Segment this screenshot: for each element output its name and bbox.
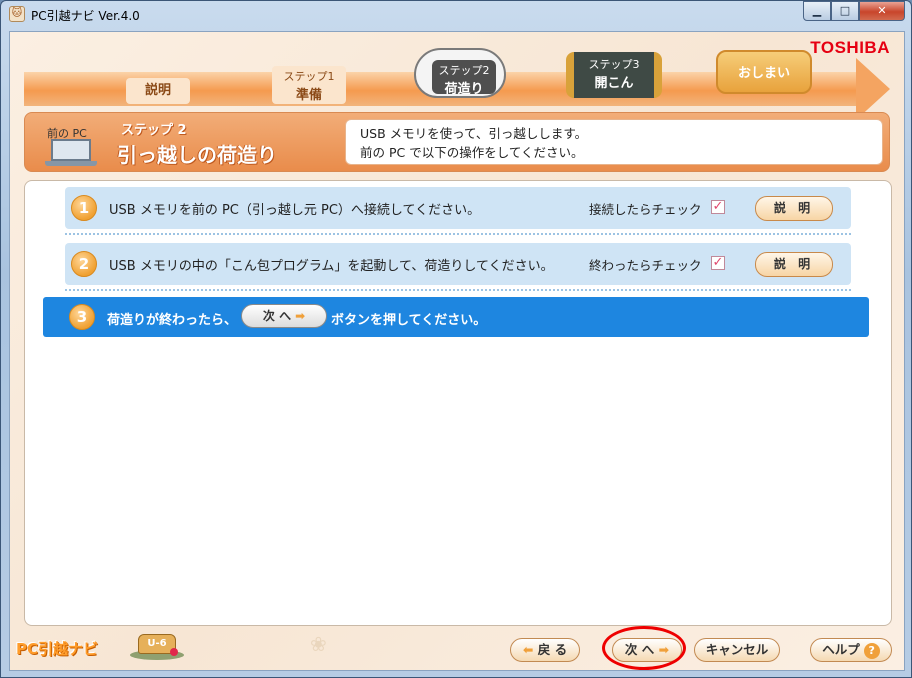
progress-arrow-head	[856, 58, 890, 120]
step-number-badge: 2	[71, 251, 97, 277]
progress-step-3: ステップ3 開こん	[566, 52, 662, 98]
progress-step-label: 準備	[295, 88, 322, 103]
instruction-row-2: 2 USB メモリの中の「こん包プログラム」を起動して、荷造りしてください。 終…	[65, 243, 851, 285]
decoration-icon: ❀	[310, 632, 327, 656]
row-divider	[65, 289, 851, 291]
check-label: 接続したらチェック	[589, 202, 702, 217]
app-icon: 🐱	[9, 6, 25, 22]
arrow-right-icon: ➡	[295, 309, 306, 323]
description-line: 前の PC で以下の操作をしてください。	[360, 145, 584, 160]
instruction-row-1: 1 USB メモリを前の PC（引っ越し元 PC）へ接続してください。 接続した…	[65, 187, 851, 229]
annotation-circle	[602, 626, 686, 670]
progress-step-finish: おしまい	[716, 50, 812, 94]
maximize-button[interactable]: □	[831, 1, 859, 21]
explain-button-1[interactable]: 説 明	[755, 196, 833, 221]
step-title: 引っ越しの荷造り	[117, 143, 277, 167]
client-area: ❀ ❀ ❀ TOSHIBA 説明 ステップ1 準備 ステップ2 荷造り ステップ…	[9, 31, 905, 671]
back-label: 戻 る	[537, 642, 568, 657]
inline-next-label: 次 へ	[262, 309, 292, 323]
instruction-row-3-active: 3 荷造りが終わったら、 次 へ ➡ ボタンを押してください。	[43, 297, 869, 337]
row-divider	[65, 233, 851, 235]
progress-step-1: ステップ1 準備	[272, 66, 346, 104]
connected-checkbox[interactable]: ✓	[711, 200, 725, 214]
window-title: PC引越ナビ Ver.4.0	[31, 9, 140, 23]
instruction-text-before: 荷造りが終わったら、	[107, 312, 238, 328]
instruction-text: USB メモリを前の PC（引っ越し元 PC）へ接続してください。	[109, 203, 481, 218]
help-button[interactable]: ヘルプ?	[810, 638, 892, 662]
arrow-left-icon: ⬅	[522, 642, 534, 657]
close-button[interactable]: ✕	[859, 1, 905, 21]
progress-step-number: ステップ3	[588, 58, 640, 71]
step-number: ステップ 2	[121, 123, 187, 138]
progress-step-label: 開こん	[594, 76, 634, 91]
step-number-badge: 1	[71, 195, 97, 221]
help-label: ヘルプ	[822, 642, 860, 657]
check-label: 終わったらチェック	[589, 258, 702, 273]
instruction-text-after: ボタンを押してください。	[331, 312, 487, 328]
laptop-icon	[45, 139, 97, 167]
question-icon: ?	[863, 643, 880, 659]
minimize-button[interactable]: ▁	[803, 1, 831, 21]
progress-step-label: おしまい	[737, 66, 790, 81]
instruction-panel: 1 USB メモリを前の PC（引っ越し元 PC）へ接続してください。 接続した…	[24, 180, 892, 626]
back-button[interactable]: ⬅ 戻 る	[510, 638, 580, 662]
app-logo: PC引越ナビ	[16, 640, 99, 658]
window-controls: ▁ □ ✕	[803, 1, 905, 21]
mascot-icon: U-6	[130, 632, 184, 662]
description-line: USB メモリを使って、引っ越しします。	[360, 126, 588, 141]
instruction-text: 荷造りが終わったら、 次 へ ➡ ボタンを押してください。	[107, 304, 487, 328]
explain-button-2[interactable]: 説 明	[755, 252, 833, 277]
inline-next-button-image: 次 へ ➡	[241, 304, 328, 328]
cancel-button[interactable]: キャンセル	[694, 638, 780, 662]
step-description: USB メモリを使って、引っ越しします。 前の PC で以下の操作をしてください…	[345, 119, 883, 165]
progress-step-label: 説明	[144, 83, 171, 98]
brand-logo: TOSHIBA	[810, 38, 890, 57]
current-step-badge: ステップ2 荷造り	[432, 60, 496, 97]
progress-step-2-current: ステップ2 荷造り	[414, 48, 506, 98]
progress-step-number: ステップ1	[283, 70, 335, 83]
title-bar[interactable]: 🐱 PC引越ナビ Ver.4.0 ▁ □ ✕	[1, 1, 911, 29]
finished-checkbox[interactable]: ✓	[711, 256, 725, 270]
step-number-badge: 3	[69, 304, 95, 330]
step-header: 前の PC ステップ 2 引っ越しの荷造り USB メモリを使って、引っ越ししま…	[24, 112, 890, 172]
instruction-text: USB メモリの中の「こん包プログラム」を起動して、荷造りしてください。	[109, 259, 554, 274]
progress-step-explain: 説明	[126, 78, 190, 104]
app-window: 🐱 PC引越ナビ Ver.4.0 ▁ □ ✕ ❀ ❀ ❀ TOSHIBA 説明 …	[0, 0, 912, 678]
progress-step-label: 荷造り	[444, 82, 484, 97]
progress-step-number: ステップ2	[438, 64, 490, 77]
